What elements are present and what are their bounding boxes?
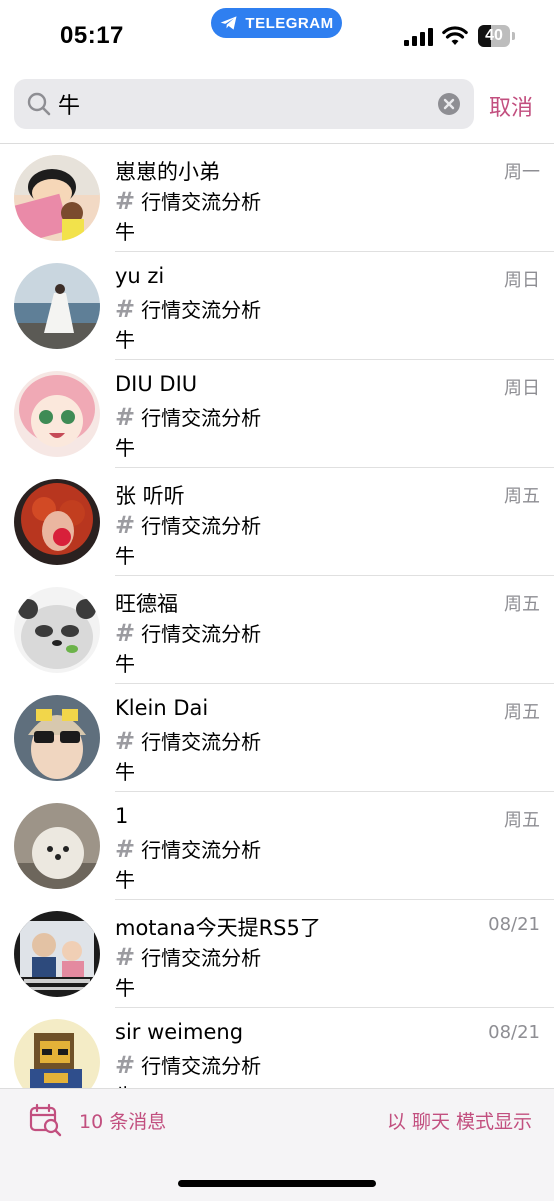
- result-row[interactable]: 1 周五 # 行情交流分析 牛: [0, 792, 554, 900]
- result-name: 张 听听: [115, 484, 185, 508]
- message-count-label: 10 条消息: [79, 1111, 167, 1133]
- avatar: [14, 479, 100, 565]
- avatar: [14, 263, 100, 349]
- avatar: [14, 803, 100, 889]
- result-group: # 行情交流分析: [115, 943, 262, 971]
- search-results-list[interactable]: 崽崽的小弟 周一 # 行情交流分析 牛 yu zi 周日 # 行情交流分析 牛 DI…: [0, 144, 554, 1088]
- search-input[interactable]: [58, 79, 428, 129]
- avatar: [14, 155, 100, 241]
- avatar: [14, 911, 100, 997]
- result-message: 牛: [115, 1080, 135, 1088]
- result-date: 08/21: [488, 1022, 540, 1043]
- result-message: 牛: [115, 976, 135, 1000]
- result-name: DIU DIU: [115, 372, 198, 396]
- status-bar: 05:17 TELEGRAM 40: [0, 0, 554, 72]
- hashtag-icon: #: [115, 295, 136, 323]
- result-message: 牛: [115, 220, 135, 244]
- result-row[interactable]: DIU DIU 周日 # 行情交流分析 牛: [0, 360, 554, 468]
- clear-search-icon[interactable]: [437, 92, 461, 116]
- result-group: # 行情交流分析: [115, 835, 262, 863]
- cancel-button[interactable]: 取消: [489, 90, 533, 122]
- status-time: 05:17: [60, 22, 124, 49]
- search-row: 取消: [0, 72, 554, 142]
- result-date: 08/21: [488, 914, 540, 935]
- avatar: [14, 1019, 100, 1088]
- hashtag-icon: #: [115, 835, 136, 863]
- result-row[interactable]: yu zi 周日 # 行情交流分析 牛: [0, 252, 554, 360]
- result-date: 周日: [504, 270, 540, 291]
- home-indicator[interactable]: [178, 1180, 376, 1187]
- result-date: 周五: [504, 810, 540, 831]
- result-group: # 行情交流分析: [115, 403, 262, 431]
- result-group: # 行情交流分析: [115, 1051, 262, 1079]
- search-icon: [27, 92, 51, 116]
- result-row[interactable]: sir weimeng 08/21 #行情交流分析 牛: [0, 1008, 554, 1088]
- result-row[interactable]: 旺德福 周五 # 行情交流分析 牛: [0, 576, 554, 684]
- show-as-chat-button[interactable]: 以 聊天 模式显示: [387, 1107, 532, 1134]
- result-name: 1: [115, 804, 129, 828]
- result-group: # 行情交流分析: [115, 727, 262, 755]
- avatar: [14, 587, 100, 673]
- hashtag-icon: #: [115, 1051, 136, 1079]
- telegram-logo-icon: [221, 16, 237, 30]
- calendar-search-icon[interactable]: [28, 1103, 62, 1137]
- result-name: 旺德福: [115, 592, 178, 616]
- result-name: yu zi: [115, 264, 165, 288]
- search-box[interactable]: [14, 79, 474, 129]
- result-message: 牛: [115, 652, 135, 676]
- telegram-pill-label: TELEGRAM: [245, 14, 334, 32]
- hashtag-icon: #: [115, 727, 136, 755]
- result-name: motana今天提RS5了: [115, 916, 321, 940]
- result-name: sir weimeng: [115, 1020, 244, 1044]
- result-message: 牛: [115, 328, 135, 352]
- result-message: 牛: [115, 760, 135, 784]
- result-row[interactable]: motana今天提RS5了 08/21 # 行情交流分析 牛: [0, 900, 554, 1008]
- hashtag-icon: #: [115, 187, 136, 215]
- result-date: 周五: [504, 702, 540, 723]
- result-date: 周五: [504, 486, 540, 507]
- battery-level: 40: [485, 27, 503, 44]
- result-message: 牛: [115, 436, 135, 460]
- hashtag-icon: #: [115, 619, 136, 647]
- result-name: 崽崽的小弟: [115, 160, 220, 184]
- result-message: 牛: [115, 544, 135, 568]
- result-group: # 行情交流分析: [115, 295, 262, 323]
- result-name: Klein Dai: [115, 696, 209, 720]
- hashtag-icon: #: [115, 511, 136, 539]
- telegram-return-pill[interactable]: TELEGRAM: [211, 8, 342, 38]
- result-date: 周日: [504, 378, 540, 399]
- avatar: [14, 371, 100, 457]
- battery-indicator: 40: [478, 25, 516, 47]
- avatar: [14, 695, 100, 781]
- wifi-icon: [442, 26, 468, 45]
- result-row[interactable]: 张 听听 周五 # 行情交流分析 牛: [0, 468, 554, 576]
- result-group: # 行情交流分析: [115, 619, 262, 647]
- hashtag-icon: #: [115, 943, 136, 971]
- hashtag-icon: #: [115, 403, 136, 431]
- result-date: 周五: [504, 594, 540, 615]
- result-date: 周一: [504, 162, 540, 183]
- result-row[interactable]: Klein Dai 周五 # 行情交流分析 牛: [0, 684, 554, 792]
- result-message: 牛: [115, 868, 135, 892]
- result-row[interactable]: 崽崽的小弟 周一 # 行情交流分析 牛: [0, 144, 554, 252]
- result-group: # 行情交流分析: [115, 187, 262, 215]
- cellular-signal-icon: [404, 28, 433, 46]
- result-group: # 行情交流分析: [115, 511, 262, 539]
